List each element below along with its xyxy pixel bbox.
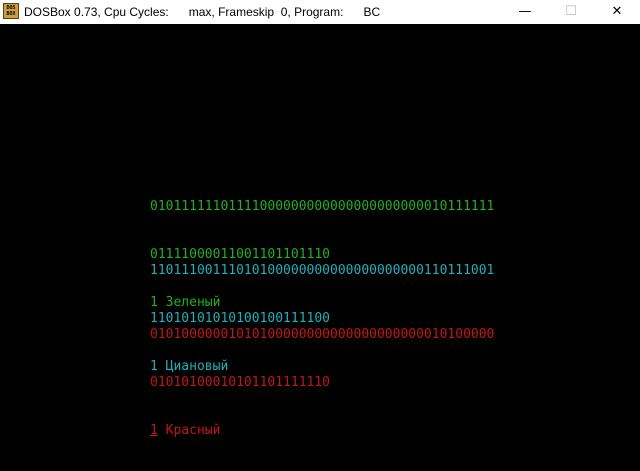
dosbox-icon[interactable]: DOS BOX — [3, 3, 19, 19]
red-label-text: Красный — [157, 423, 221, 438]
close-button[interactable]: ✕ — [594, 0, 640, 24]
dosbox-window: DOS BOX DOSBox 0.73, Cpu Cycles: max, Fr… — [0, 0, 640, 438]
red-binary-line-1: 0101000000101010000000000000000000001010… — [150, 327, 495, 342]
window-title: DOSBox 0.73, Cpu Cycles: max, Frameskip … — [24, 5, 381, 19]
minimize-button[interactable]: — — [502, 0, 548, 24]
dos-screen[interactable]: 0101111110111100000000000000000000001011… — [0, 24, 640, 438]
icon-text-box: BOX — [6, 11, 16, 17]
red-binary-line-2: 01010100010101101111110 — [150, 375, 331, 390]
maximize-button[interactable]: ☐ — [548, 0, 594, 24]
red-label: 1 Красный — [150, 423, 494, 439]
title-bar[interactable]: DOS BOX DOSBox 0.73, Cpu Cycles: max, Fr… — [0, 0, 640, 24]
text-cursor: 1 — [150, 423, 158, 438]
red-output-block: 0101000000101010000000000000000000001010… — [150, 295, 494, 471]
green-binary-line-1: 0101111110111100000000000000000000001011… — [150, 199, 495, 214]
cyan-binary-line-1: 1101110011101010000000000000000000011011… — [150, 263, 495, 278]
